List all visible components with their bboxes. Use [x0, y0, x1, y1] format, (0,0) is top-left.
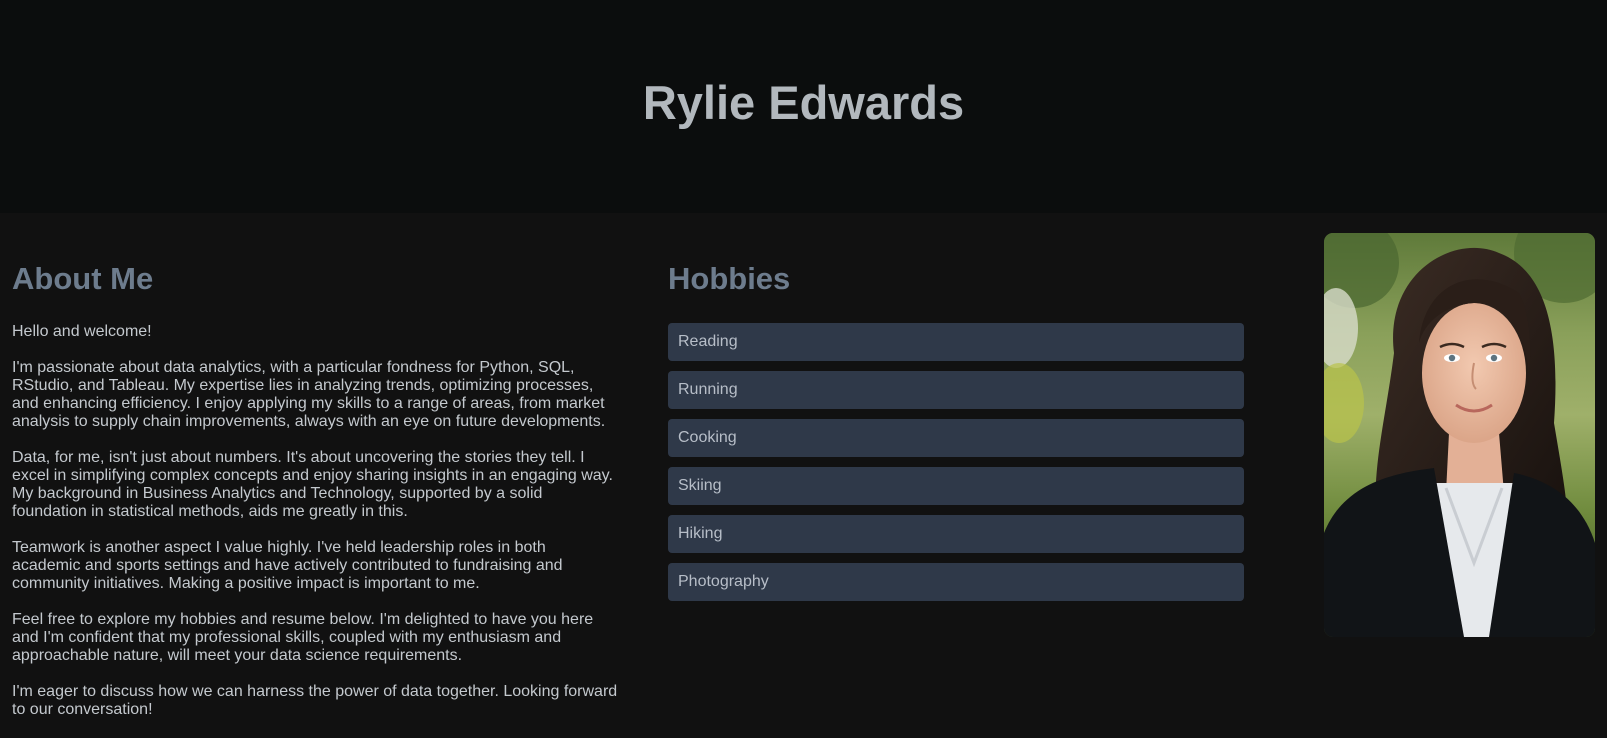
hobbies-heading: Hobbies — [668, 261, 791, 296]
profile-photo — [1324, 233, 1595, 637]
hobby-item-cooking[interactable]: Cooking — [668, 419, 1244, 457]
about-paragraph: Teamwork is another aspect I value highl… — [12, 539, 563, 592]
about-section: About Me Hello and welcome! I'm passiona… — [12, 259, 618, 737]
about-paragraph: Data, for me, isn't just about numbers. … — [12, 449, 613, 520]
hobby-item-photography[interactable]: Photography — [668, 563, 1244, 601]
page-title: Rylie Edwards — [642, 76, 965, 129]
hobby-item-reading[interactable]: Reading — [668, 323, 1244, 361]
hobby-item-running[interactable]: Running — [668, 371, 1244, 409]
page-header: Rylie Edwards — [0, 0, 1607, 213]
page: Rylie Edwards About Me Hello and welcome… — [0, 0, 1607, 738]
about-text: Hello and welcome! I'm passionate about … — [12, 323, 618, 719]
about-paragraph: Feel free to explore my hobbies and resu… — [12, 611, 594, 664]
hobbies-section: Hobbies Reading Running Cooking Skiing H… — [668, 259, 1244, 611]
hobby-item-skiing[interactable]: Skiing — [668, 467, 1244, 505]
about-paragraph: I'm eager to discuss how we can harness … — [12, 683, 618, 718]
hobby-item-hiking[interactable]: Hiking — [668, 515, 1244, 553]
about-paragraph: I'm passionate about data analytics, wit… — [12, 359, 606, 430]
about-heading: About Me — [12, 261, 154, 296]
about-paragraph: Hello and welcome! — [12, 323, 152, 340]
hobby-list: Reading Running Cooking Skiing Hiking Ph… — [668, 323, 1244, 601]
